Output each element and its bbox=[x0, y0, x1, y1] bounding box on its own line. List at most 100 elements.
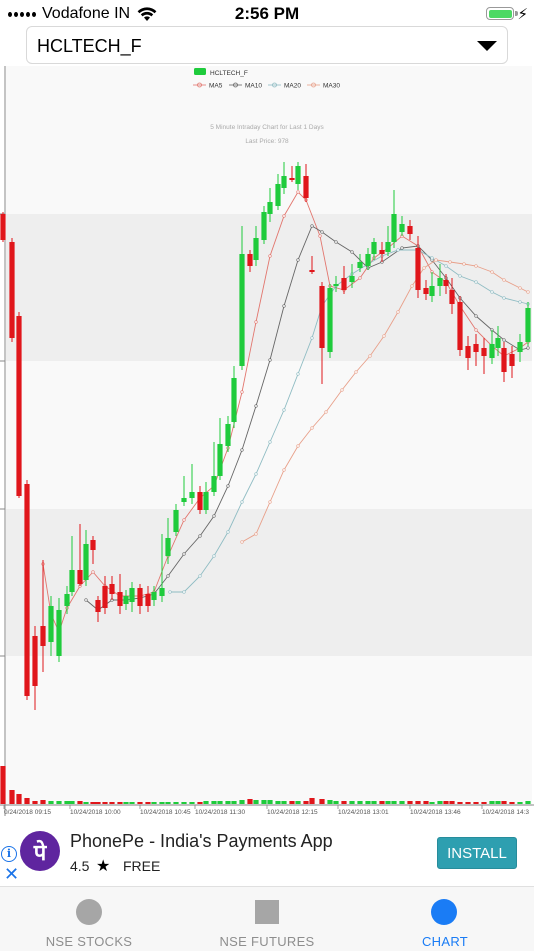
volume-bar bbox=[391, 801, 397, 804]
volume-bar bbox=[473, 802, 479, 804]
star-icon: ★ bbox=[96, 858, 111, 875]
charging-bolt-icon: ⚡ bbox=[517, 6, 528, 23]
volume-bar bbox=[509, 802, 515, 804]
x-axis-tick-labels: 0/24/2018 09:15 10/24/2018 10:00 10/24/201… bbox=[3, 805, 529, 816]
volume-bar bbox=[457, 802, 463, 804]
ad-banner[interactable]: i ✕ पे PhonePe - India's Payments App 4.… bbox=[0, 820, 534, 886]
chevron-down-icon bbox=[477, 41, 497, 51]
volume-bar bbox=[173, 802, 179, 804]
volume-bar bbox=[181, 802, 187, 804]
volume-bar bbox=[123, 802, 129, 804]
volume-bar bbox=[465, 802, 471, 804]
volume-bar bbox=[69, 801, 75, 804]
x-tick-label: 10/24/2018 11:30 bbox=[195, 809, 246, 816]
volume-bar bbox=[211, 801, 217, 804]
selected-symbol: HCLTECH_F bbox=[37, 36, 142, 56]
volume-bar bbox=[349, 801, 355, 804]
volume-bar bbox=[239, 800, 245, 804]
volume-bar bbox=[357, 801, 363, 804]
tab-nse-stocks[interactable]: NSE STOCKS bbox=[0, 887, 178, 951]
legend-swatch-main bbox=[194, 68, 206, 75]
ad-price: FREE bbox=[123, 858, 161, 874]
volume-bar bbox=[407, 801, 413, 804]
circle-icon bbox=[76, 899, 102, 925]
legend-ma30-label: MA30 bbox=[323, 83, 340, 90]
volume-bar bbox=[371, 801, 377, 804]
volume-bar bbox=[429, 802, 435, 804]
volume-bar bbox=[83, 802, 89, 804]
volume-bar bbox=[275, 801, 281, 804]
volume-bar bbox=[327, 800, 333, 804]
volume-bar bbox=[303, 801, 309, 804]
intraday-chart[interactable]: HCLTECH_F MA5 MA10 MA20 MA30 5 Minute In… bbox=[0, 66, 534, 820]
volume-bar bbox=[231, 801, 237, 804]
ad-info-icon[interactable]: i bbox=[1, 846, 17, 862]
volume-bar bbox=[399, 801, 405, 804]
volume-bar bbox=[117, 802, 123, 804]
legend-main-label: HCLTECH_F bbox=[210, 70, 248, 77]
last-price-label: Last Price: 978 bbox=[245, 138, 289, 145]
volume-bar bbox=[495, 801, 501, 804]
volume-bar bbox=[443, 801, 449, 804]
volume-bar bbox=[365, 801, 371, 804]
volume-bar bbox=[16, 794, 22, 804]
volume-bar bbox=[129, 802, 135, 804]
volume-bar bbox=[261, 800, 267, 804]
status-time: 2:56 PM bbox=[234, 4, 300, 23]
volume-bar bbox=[109, 802, 115, 804]
volume-bar bbox=[77, 801, 83, 804]
x-tick-label: 10/24/2018 13:01 bbox=[338, 809, 389, 816]
volume-bar bbox=[0, 766, 6, 804]
x-tick-label: 10/24/2018 12:15 bbox=[267, 809, 318, 816]
install-button[interactable]: INSTALL bbox=[437, 837, 517, 869]
volume-bar bbox=[525, 801, 531, 804]
candle bbox=[16, 312, 22, 498]
volume-bar bbox=[319, 799, 325, 804]
symbol-dropdown[interactable]: HCLTECH_F bbox=[26, 26, 508, 64]
x-tick-label: 10/24/2018 13:46 bbox=[410, 809, 461, 816]
volume-bar bbox=[333, 801, 339, 804]
phonepe-logo[interactable]: पे bbox=[20, 831, 60, 871]
volume-bar bbox=[90, 802, 96, 804]
volume-bar bbox=[385, 801, 391, 804]
volume-bar bbox=[165, 802, 171, 804]
volume-bar bbox=[217, 801, 223, 804]
ad-rating: 4.5 bbox=[70, 858, 90, 874]
volume-bar bbox=[203, 801, 209, 804]
candle bbox=[327, 284, 333, 358]
chart-canvas[interactable]: HCLTECH_F MA5 MA10 MA20 MA30 5 Minute In… bbox=[0, 66, 534, 820]
x-tick-label: 0/24/2018 09:15 bbox=[4, 809, 51, 816]
volume-bar bbox=[189, 802, 195, 804]
phonepe-logo-glyph: पे bbox=[33, 840, 47, 865]
volume-bar bbox=[40, 800, 46, 804]
volume-bar bbox=[289, 801, 295, 804]
volume-bar bbox=[437, 801, 443, 804]
volume-bar bbox=[102, 802, 108, 804]
tab-chart[interactable]: CHART bbox=[356, 887, 534, 951]
volume-bar bbox=[281, 801, 287, 804]
chart-band-lower bbox=[6, 509, 532, 656]
volume-bar bbox=[247, 799, 253, 804]
volume-bar bbox=[517, 802, 523, 804]
tab-bar: NSE STOCKS NSE FUTURES CHART bbox=[0, 886, 534, 951]
volume-bar bbox=[501, 801, 507, 804]
volume-bar bbox=[267, 800, 273, 804]
tab-nse-futures-label: NSE FUTURES bbox=[219, 934, 315, 949]
x-tick-label: 10/24/2018 14:3 bbox=[482, 809, 529, 816]
legend-ma20-label: MA20 bbox=[284, 83, 301, 90]
volume-bar bbox=[32, 801, 38, 804]
legend-ma10-label: MA10 bbox=[245, 83, 262, 90]
ad-app-title[interactable]: PhonePe - India's Payments App bbox=[70, 831, 333, 852]
candle bbox=[0, 212, 6, 242]
volume-bar bbox=[159, 802, 165, 804]
chart-title: 5 Minute Intraday Chart for Last 1 Days bbox=[210, 124, 324, 131]
volume-bar bbox=[64, 801, 70, 804]
volume-bar bbox=[24, 798, 30, 804]
tab-nse-stocks-label: NSE STOCKS bbox=[45, 934, 133, 949]
ad-close-icon[interactable]: ✕ bbox=[4, 864, 19, 885]
volume-bar bbox=[56, 801, 62, 804]
volume-bar bbox=[151, 802, 157, 804]
tab-nse-futures[interactable]: NSE FUTURES bbox=[178, 887, 356, 951]
volume-bar bbox=[489, 801, 495, 804]
volume-bar bbox=[341, 801, 347, 804]
